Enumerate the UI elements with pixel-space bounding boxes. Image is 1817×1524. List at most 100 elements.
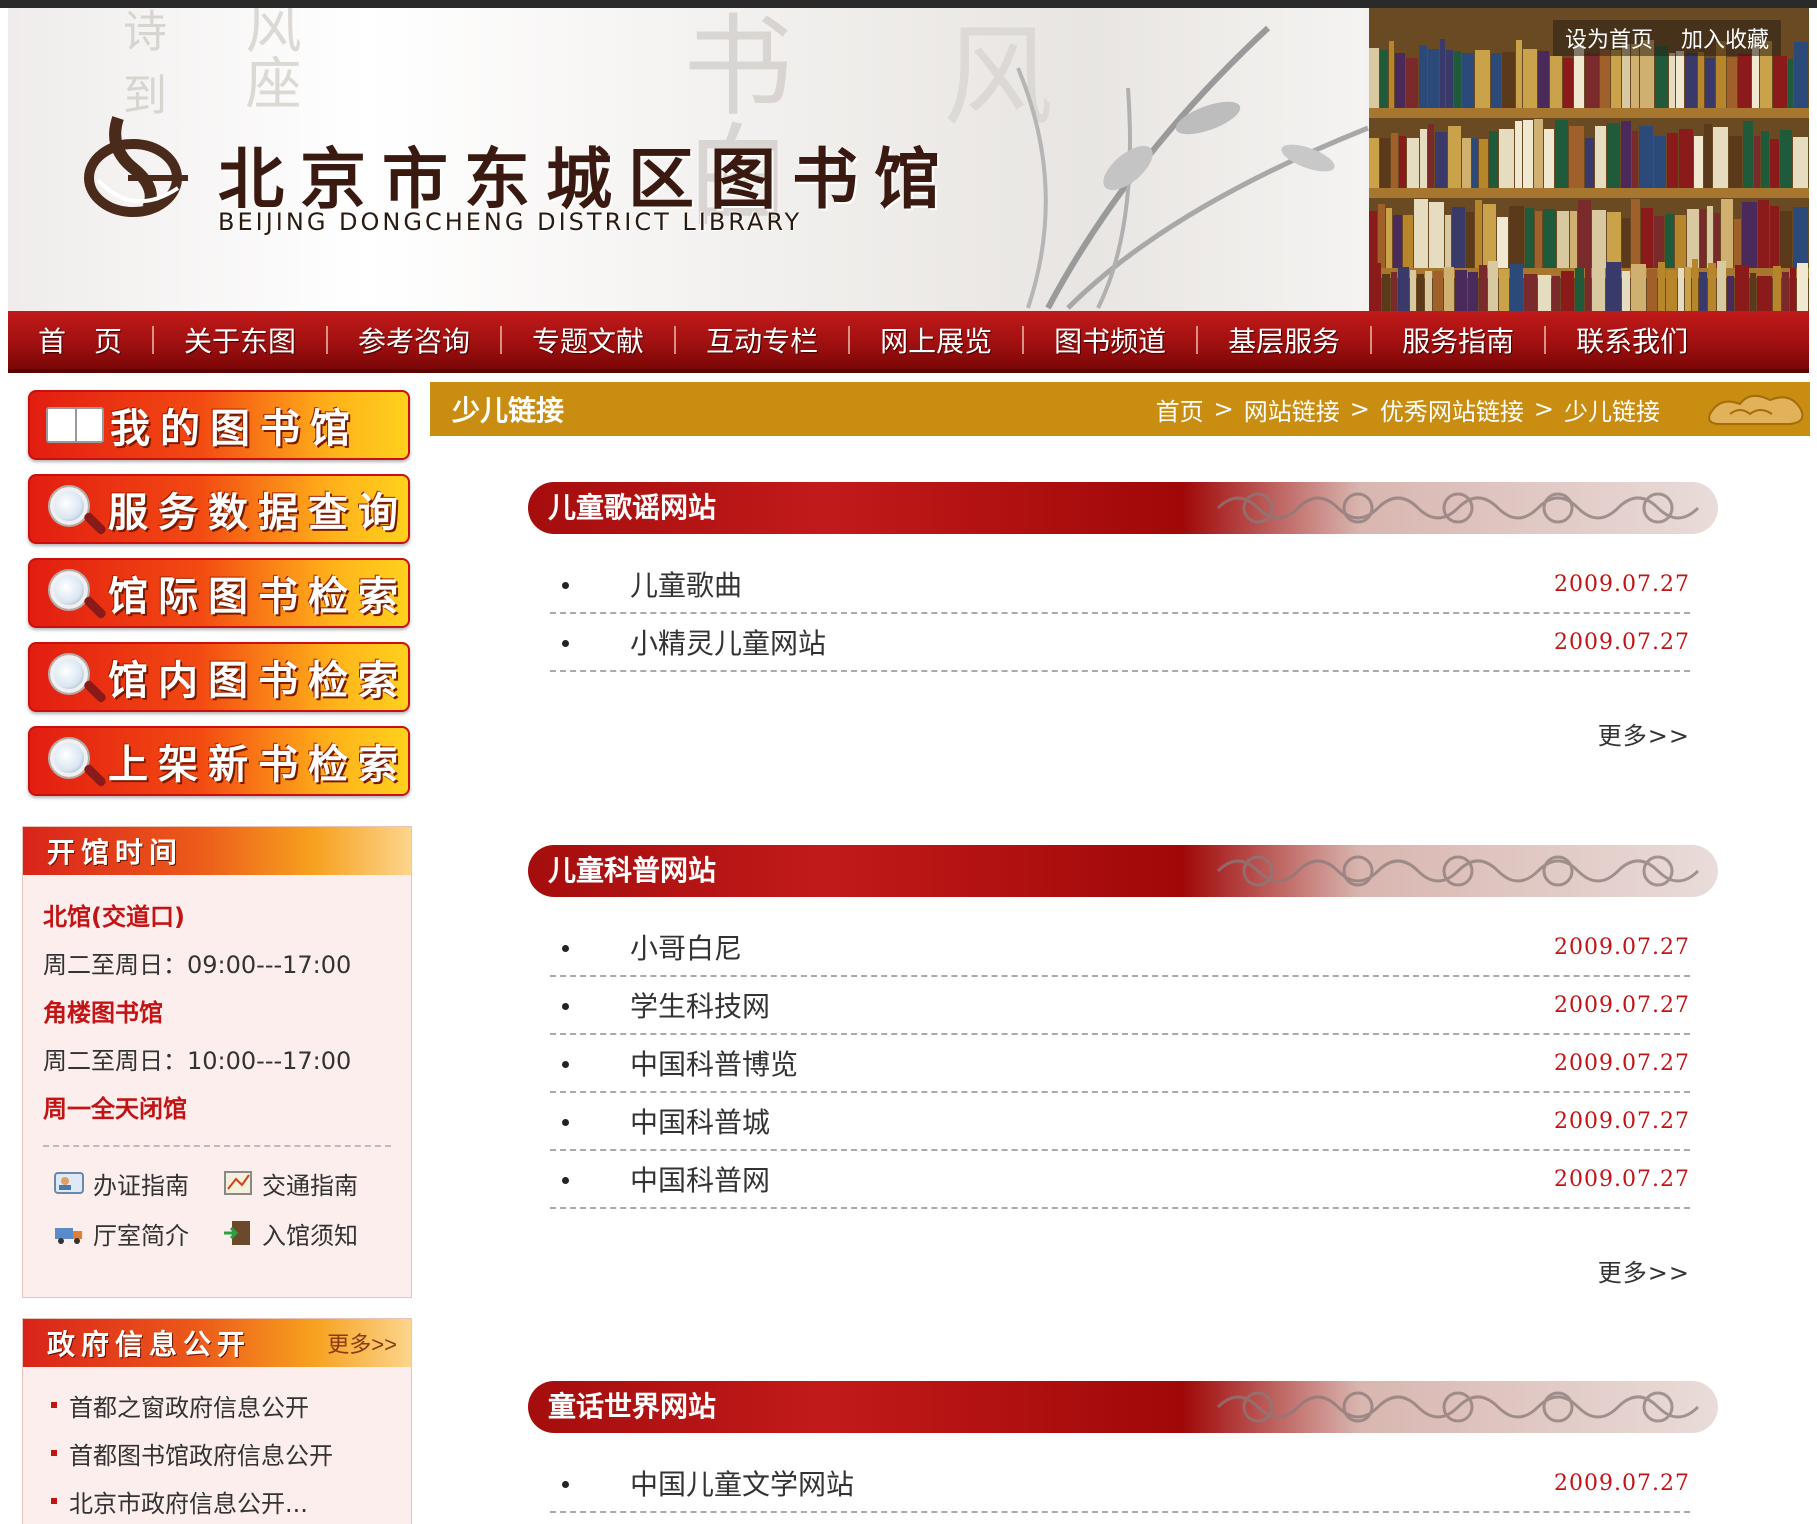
opening-hours-panel: 开馆时间 北馆(交道口) 周二至周日：09:00---17:00 角楼图书馆 周…	[22, 826, 412, 1298]
list-item[interactable]: 首都图书馆政府信息公开	[51, 1429, 411, 1477]
link-date: 2009.07.27	[1554, 1166, 1690, 1192]
ornament-pattern	[1216, 855, 1700, 887]
interlibrary-search-button[interactable]: 馆际图书检索	[28, 558, 410, 628]
link-title: 儿童歌曲	[630, 569, 743, 602]
list-item[interactable]: 儿童歌曲 2009.07.27	[550, 556, 1690, 614]
guide-label: 办证指南	[93, 1171, 189, 1200]
more-link[interactable]: 更多>>	[528, 1253, 1690, 1288]
my-library-button[interactable]: 我的图书馆	[28, 390, 410, 460]
nav-divider	[848, 326, 851, 354]
entry-notice-link[interactable]: 入馆须知	[222, 1211, 391, 1255]
magnifier-icon	[40, 479, 108, 539]
bullet-icon	[562, 1481, 569, 1488]
nav-exhibition[interactable]: 网上展览	[850, 320, 1022, 360]
bullet-icon	[562, 640, 569, 647]
nav-interactive[interactable]: 互动专栏	[676, 320, 848, 360]
in-library-search-button[interactable]: 馆内图书检索	[28, 642, 410, 712]
book-icon	[40, 395, 110, 455]
section-fairy-tales: 童话世界网站 中国儿童文学网站 2009.07.27	[528, 1381, 1718, 1513]
nav-divider	[152, 326, 155, 354]
list-item[interactable]: 小精灵儿童网站 2009.07.27	[550, 614, 1690, 672]
new-books-search-button[interactable]: 上架新书检索	[28, 726, 410, 796]
button-label: 上架新书检索	[108, 741, 408, 788]
guide-label: 入馆须知	[262, 1221, 358, 1250]
nav-divider	[1022, 326, 1025, 354]
panel-header: 开馆时间	[23, 827, 411, 875]
add-favorite-link[interactable]: 加入收藏	[1681, 22, 1769, 54]
branch-hours: 周二至周日：10:00---17:00	[43, 1047, 352, 1075]
rooms-intro-link[interactable]: 厅室简介	[53, 1211, 222, 1255]
list-item[interactable]: 小哥白尼 2009.07.27	[550, 919, 1690, 977]
magnifier-icon	[40, 647, 108, 707]
list-item[interactable]: 中国科普网 2009.07.27	[550, 1151, 1690, 1209]
link-date: 2009.07.27	[1554, 571, 1690, 597]
traffic-guide-link[interactable]: 交通指南	[222, 1161, 391, 1205]
panel-header: 政府信息公开 更多>>	[23, 1319, 411, 1367]
hours-list: 北馆(交道口) 周二至周日：09:00---17:00 角楼图书馆 周二至周日：…	[23, 875, 411, 1269]
section-children-science: 儿童科普网站 小哥白尼 2009.07.27 学生科技网 2009.07.27 中国…	[528, 845, 1718, 1288]
section-header: 童话世界网站	[528, 1381, 1718, 1433]
breadcrumb: 首页 > 网站链接 > 优秀网站链接 > 少儿链接	[1156, 382, 1660, 436]
section-header: 儿童科普网站	[528, 845, 1718, 897]
nav-reference[interactable]: 参考咨询	[328, 320, 500, 360]
branch-name: 北馆(交道口)	[43, 903, 185, 931]
nav-about[interactable]: 关于东图	[154, 320, 326, 360]
bullet-icon	[562, 582, 569, 589]
list-item[interactable]: 中国科普城 2009.07.27	[550, 1093, 1690, 1151]
link-list: 儿童歌曲 2009.07.27 小精灵儿童网站 2009.07.27	[550, 556, 1690, 672]
service-data-query-button[interactable]: 服务数据查询	[28, 474, 410, 544]
branch-hours: 周二至周日：09:00---17:00	[43, 951, 352, 979]
gov-more-link[interactable]: 更多>>	[327, 1327, 397, 1359]
breadcrumb-site-links[interactable]: 网站链接	[1244, 392, 1340, 427]
breadcrumb-excellent-links[interactable]: 优秀网站链接	[1380, 392, 1524, 427]
bullet-icon	[51, 1450, 57, 1456]
more-link[interactable]: 更多>>	[528, 716, 1690, 751]
button-label: 馆内图书检索	[108, 657, 408, 704]
nav-divider	[1196, 326, 1199, 354]
breadcrumb-separator: >	[1349, 395, 1370, 423]
list-item[interactable]: 学生科技网 2009.07.27	[550, 977, 1690, 1035]
guide-links: 办证指南 交通指南 厅室简介 入馆须知	[43, 1157, 391, 1269]
header-links: 设为首页 加入收藏	[1552, 20, 1781, 56]
door-icon	[222, 1219, 254, 1247]
breadcrumb-home[interactable]: 首页	[1156, 392, 1204, 427]
link-title: 中国科普网	[630, 1164, 771, 1197]
guide-label: 厅室简介	[93, 1221, 189, 1250]
gov-item-label: 首都图书馆政府信息公开	[69, 1441, 333, 1470]
bullet-icon	[562, 1061, 569, 1068]
gov-item-label: 北京市政府信息公开...	[69, 1489, 308, 1518]
set-homepage-link[interactable]: 设为首页	[1565, 22, 1653, 54]
branch-name: 角楼图书馆	[43, 999, 163, 1027]
bullet-icon	[562, 1177, 569, 1184]
nav-community[interactable]: 基层服务	[1198, 320, 1370, 360]
nav-home[interactable]: 首 页	[8, 320, 152, 360]
breadcrumb-separator: >	[1533, 395, 1554, 423]
link-title: 中国科普城	[630, 1106, 771, 1139]
nav-guide[interactable]: 服务指南	[1372, 320, 1544, 360]
nav-books[interactable]: 图书频道	[1024, 320, 1196, 360]
nav-special-docs[interactable]: 专题文献	[502, 320, 674, 360]
section-header: 儿童歌谣网站	[528, 482, 1718, 534]
link-title: 学生科技网	[630, 990, 771, 1023]
card-guide-link[interactable]: 办证指南	[53, 1161, 222, 1205]
gov-item-label: 首都之窗政府信息公开	[69, 1393, 309, 1422]
nav-contact[interactable]: 联系我们	[1546, 320, 1718, 360]
site-subtitle: BEIJING DONGCHENG DISTRICT LIBRARY	[218, 208, 803, 236]
list-item[interactable]: 首都之窗政府信息公开	[51, 1381, 411, 1429]
breadcrumb-current: 少儿链接	[1564, 397, 1660, 426]
list-item[interactable]: 北京市政府信息公开...	[51, 1477, 411, 1524]
link-date: 2009.07.27	[1554, 992, 1690, 1018]
orchid-painting	[1016, 25, 1369, 310]
divider	[43, 1145, 391, 1147]
opening-hours-title: 开馆时间	[47, 836, 184, 869]
library-logo	[84, 116, 188, 217]
gov-info-list: 首都之窗政府信息公开 首都图书馆政府信息公开 北京市政府信息公开...	[23, 1367, 411, 1524]
list-item[interactable]: 中国儿童文学网站 2009.07.27	[550, 1455, 1690, 1513]
nav-divider	[1370, 326, 1373, 354]
link-title: 中国儿童文学网站	[630, 1468, 855, 1501]
button-label: 我的图书馆	[110, 405, 360, 452]
section-title: 童话世界网站	[548, 1390, 717, 1423]
main-nav: 首 页 关于东图 参考咨询 专题文献 互动专栏 网上展览 图书频道 基层服务 服…	[8, 311, 1809, 373]
nav-divider	[1544, 326, 1547, 354]
list-item[interactable]: 中国科普博览 2009.07.27	[550, 1035, 1690, 1093]
